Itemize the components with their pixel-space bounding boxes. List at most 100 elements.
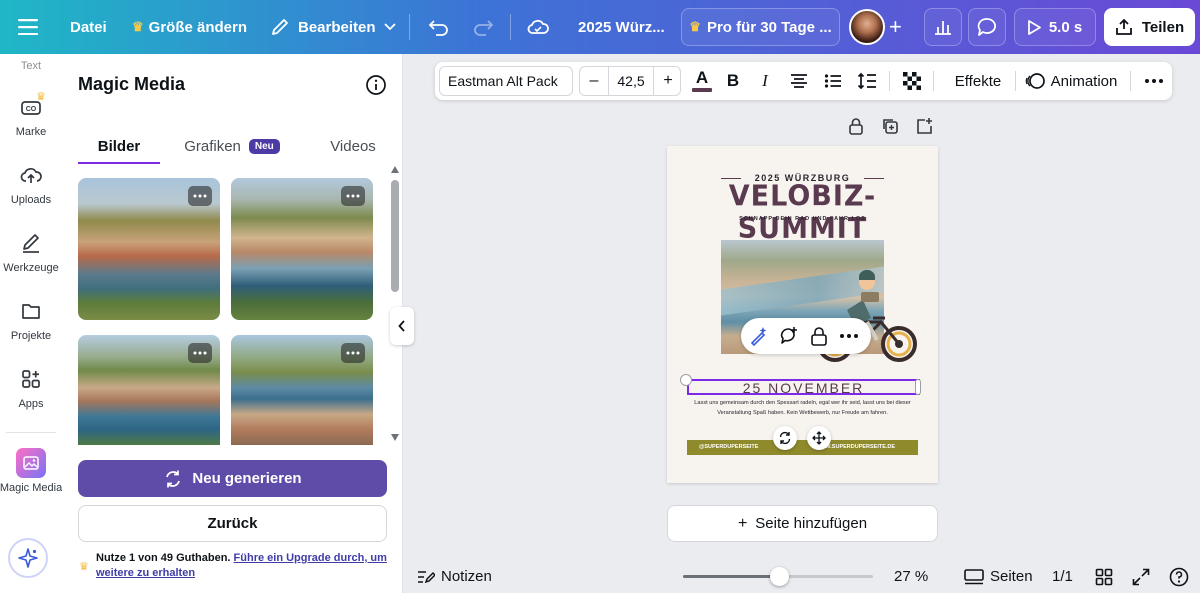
element-context-menu: [741, 318, 871, 354]
tab-graphics[interactable]: Grafiken Neu: [182, 128, 282, 164]
edit-mode-button[interactable]: Bearbeiten: [270, 0, 396, 54]
rail-item-projects[interactable]: Projekte: [0, 298, 62, 342]
selected-text-box[interactable]: 25 NOVEMBER: [687, 379, 920, 396]
rail-item-label: Magic Media: [0, 482, 63, 494]
transparency-icon[interactable]: [899, 62, 925, 100]
move-handle-icon[interactable]: [807, 426, 831, 450]
page-counter: 1/1: [1052, 568, 1073, 585]
active-tab-indicator: [78, 162, 160, 164]
effects-button[interactable]: Effekte: [943, 62, 1013, 100]
list-icon[interactable]: [819, 62, 847, 100]
more-options-icon[interactable]: [837, 324, 861, 348]
lock-page-icon[interactable]: [847, 117, 865, 135]
magic-assistant-button[interactable]: [8, 538, 48, 578]
font-family-select[interactable]: Eastman Alt Pack: [439, 66, 573, 96]
poster-body[interactable]: Lasst uns gemeinsam durch den Spessart r…: [689, 398, 916, 418]
insights-icon[interactable]: [924, 8, 962, 46]
scroll-up-icon[interactable]: [391, 166, 399, 173]
magic-edit-icon[interactable]: [747, 324, 771, 348]
scroll-down-icon[interactable]: [391, 434, 399, 441]
more-options-icon[interactable]: [341, 186, 365, 206]
undo-icon[interactable]: [428, 0, 450, 54]
cloud-sync-icon[interactable]: [527, 0, 549, 54]
resize-button[interactable]: ♛ Größe ändern: [132, 0, 247, 54]
scrollbar-thumb[interactable]: [391, 180, 399, 292]
poster-date[interactable]: 25 NOVEMBER: [689, 380, 918, 396]
share-button[interactable]: Teilen: [1104, 8, 1195, 46]
more-options-icon[interactable]: [1139, 62, 1169, 100]
rail-item-uploads[interactable]: Uploads: [0, 162, 62, 206]
rail-item-magic-media[interactable]: Magic Media: [0, 448, 62, 494]
tab-images[interactable]: Bilder: [78, 128, 160, 164]
add-comment-icon[interactable]: [777, 324, 801, 348]
pen-tool-icon: [18, 230, 44, 256]
add-collaborator-icon[interactable]: +: [889, 0, 902, 54]
poster-subtitle[interactable]: SCHNAPP DEIN RAD UND FAHR LOS: [667, 216, 938, 222]
generated-image-1[interactable]: [78, 178, 220, 320]
pro-trial-button[interactable]: ♛ Pro für 30 Tage ...: [681, 8, 840, 46]
tab-label: Videos: [330, 137, 376, 155]
document-title[interactable]: 2025 Würz...: [578, 0, 665, 54]
resize-label: Größe ändern: [148, 18, 248, 36]
notes-label: Notizen: [441, 568, 492, 585]
rail-item-label: Apps: [18, 398, 44, 410]
design-page[interactable]: 2025 WÜRZBURG VELOBIZ-SUMMIT SCHNAPP DEI…: [667, 146, 938, 483]
zoom-level[interactable]: 27 %: [894, 560, 928, 593]
duplicate-page-icon[interactable]: [881, 117, 899, 135]
rail-item-tools[interactable]: Werkzeuge: [0, 230, 62, 274]
rail-item-apps[interactable]: Apps: [0, 366, 62, 410]
resize-handle-right[interactable]: [915, 379, 921, 395]
add-page-icon[interactable]: [915, 117, 933, 135]
zoom-slider-track[interactable]: [683, 567, 873, 586]
comment-icon[interactable]: [968, 8, 1006, 46]
tab-videos[interactable]: Videos: [318, 128, 388, 164]
panel-scrollbar[interactable]: [389, 164, 401, 444]
lock-icon[interactable]: [807, 324, 831, 348]
avatar[interactable]: [849, 9, 885, 45]
increase-font-size-button[interactable]: +: [654, 67, 682, 95]
bold-icon[interactable]: B: [719, 62, 747, 100]
italic-icon[interactable]: I: [751, 62, 779, 100]
rotate-handle-icon[interactable]: [773, 426, 797, 450]
help-icon[interactable]: [1169, 567, 1189, 587]
notes-button[interactable]: Notizen: [417, 560, 492, 593]
zoom-slider-fill: [683, 575, 779, 578]
present-button[interactable]: 5.0 s: [1014, 8, 1096, 46]
pages-button[interactable]: Seiten: [964, 560, 1033, 593]
resize-handle-left[interactable]: [680, 374, 692, 386]
font-size-input[interactable]: 42,5: [608, 67, 654, 95]
poster-footer-bar[interactable]: @SUPERDUPERSEITE WWW.SUPERDUPERSEITE.DE: [687, 440, 918, 455]
generated-image-3[interactable]: [78, 335, 220, 445]
more-options-icon[interactable]: [188, 186, 212, 206]
add-page-button[interactable]: + Seite hinzufügen: [667, 505, 938, 542]
more-options-icon[interactable]: [188, 343, 212, 363]
redo-icon[interactable]: [472, 0, 494, 54]
generated-image-2[interactable]: [231, 178, 373, 320]
more-options-icon[interactable]: [341, 343, 365, 363]
svg-text:CO: CO: [26, 106, 37, 113]
menu-icon[interactable]: [18, 0, 40, 54]
file-menu-button[interactable]: Datei: [70, 0, 107, 54]
zoom-slider-handle[interactable]: [769, 567, 789, 586]
animation-button[interactable]: Animation: [1023, 62, 1119, 100]
poster-footer-left: @SUPERDUPERSEITE: [699, 444, 759, 450]
font-size-stepper: – 42,5 +: [579, 66, 681, 96]
back-button[interactable]: Zurück: [78, 505, 387, 542]
tab-label: Grafiken: [184, 137, 241, 155]
align-center-icon[interactable]: [785, 62, 813, 100]
info-icon[interactable]: [365, 74, 387, 96]
text-color-button[interactable]: A: [687, 62, 717, 100]
sparkle-icon: [18, 548, 38, 568]
generated-image-4[interactable]: [231, 335, 373, 445]
decrease-font-size-button[interactable]: –: [580, 67, 608, 95]
regenerate-label: Neu generieren: [192, 470, 302, 487]
poster-title[interactable]: VELOBIZ-SUMMIT: [667, 180, 938, 245]
panel-title: Magic Media: [78, 74, 186, 94]
regenerate-button[interactable]: Neu generieren: [78, 460, 387, 497]
bottom-bar: Notizen 27 % Seiten 1/1: [403, 560, 1200, 593]
toolbar-divider: [1130, 71, 1131, 91]
line-spacing-icon[interactable]: [853, 62, 881, 100]
rail-item-brand[interactable]: CO Marke: [0, 94, 62, 138]
fullscreen-icon[interactable]: [1132, 568, 1150, 586]
grid-view-icon[interactable]: [1095, 568, 1113, 586]
